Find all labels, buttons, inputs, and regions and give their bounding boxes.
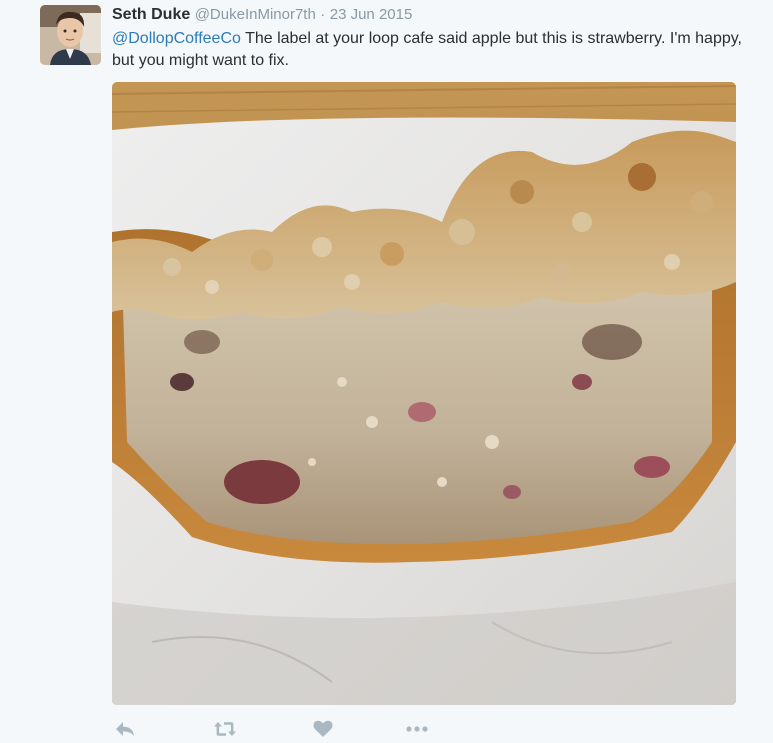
like-button[interactable] [310,716,336,742]
retweet-button[interactable] [212,716,238,742]
more-button[interactable] [404,716,430,742]
heart-icon [313,720,333,737]
author-handle[interactable]: @DukeInMinor7th [195,6,316,23]
reply-button[interactable] [112,716,138,742]
reply-icon [116,722,134,736]
tweet-photo[interactable] [112,82,736,705]
avatar[interactable] [40,5,101,65]
header-separator: · [320,6,326,23]
tweet-text: @DollopCoffeeCo The label at your loop c… [112,28,752,72]
tweet-header: Seth Duke @DukeInMinor7th · 23 Jun 2015 [112,5,412,25]
muffin-photo [112,82,736,705]
retweet-icon [214,722,236,736]
tweet-actions [112,716,430,742]
tweet-date[interactable]: 23 Jun 2015 [330,6,413,23]
mention-link[interactable]: @DollopCoffeeCo [112,30,241,47]
avatar-photo [40,5,101,65]
more-dots-icon [406,726,428,732]
author-name[interactable]: Seth Duke [112,6,190,23]
tweet: Seth Duke @DukeInMinor7th · 23 Jun 2015 … [0,0,773,743]
